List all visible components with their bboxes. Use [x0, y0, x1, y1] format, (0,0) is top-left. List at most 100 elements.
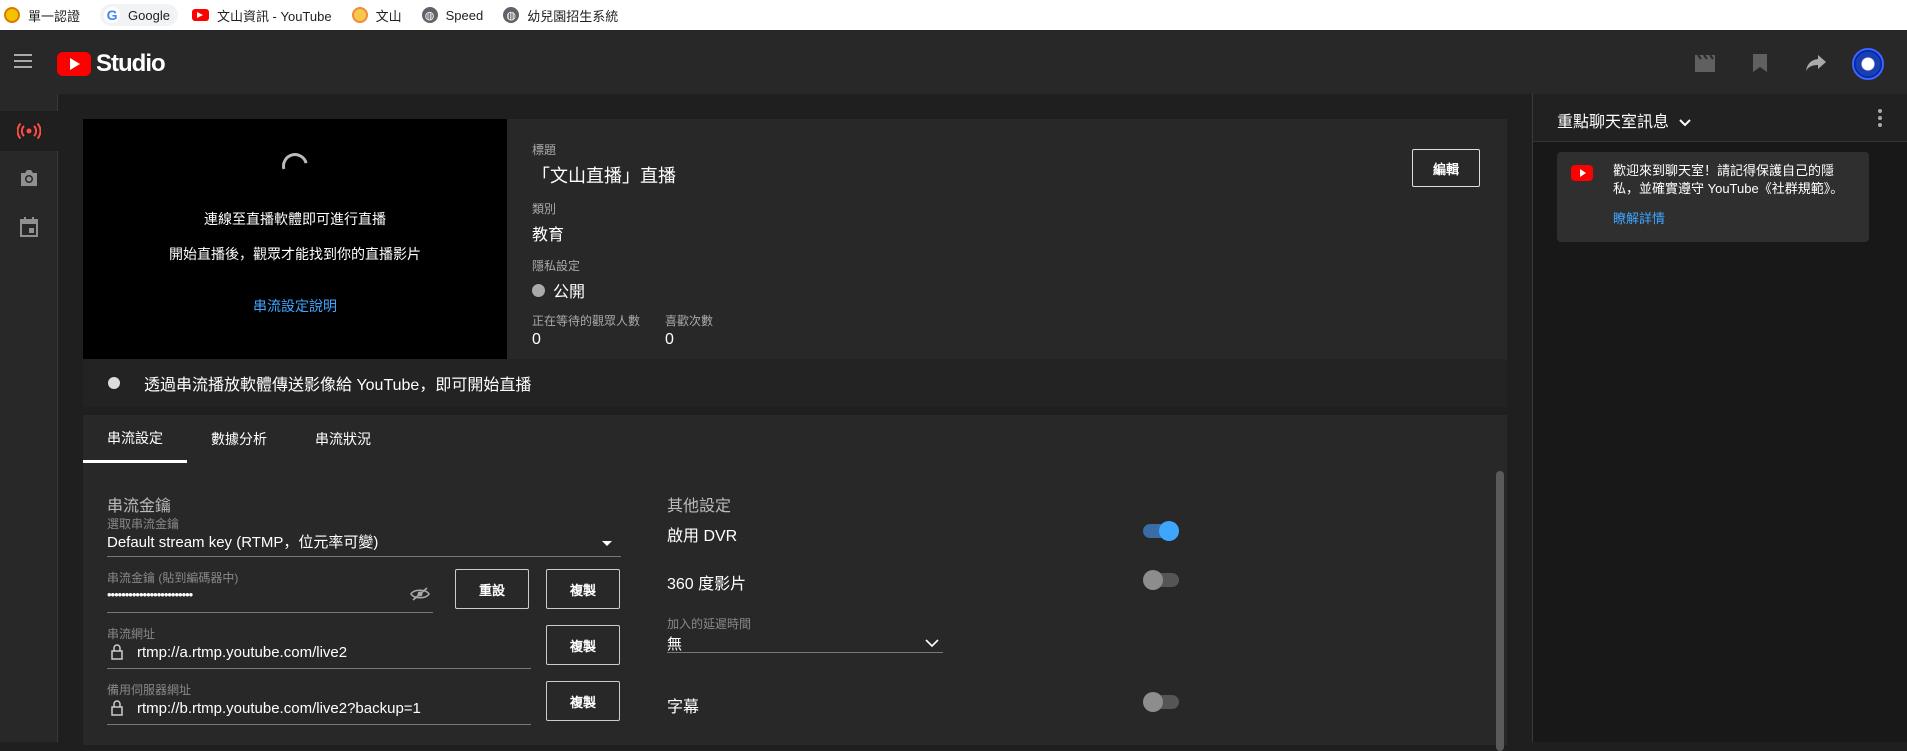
tab-analytics[interactable]: 數據分析 [187, 415, 291, 463]
studio-header: Studio [0, 30, 1907, 94]
youtube-icon [191, 9, 209, 21]
bookmarks-bar: 單一認證 G Google 文山資訊 - YouTube 文山 ◍ Speed … [0, 0, 1907, 30]
stream-url-field[interactable]: rtmp://a.rtmp.youtube.com/live2 [137, 644, 347, 661]
settings-tabs: 串流設定 數據分析 串流狀況 [83, 415, 395, 463]
captions-toggle[interactable] [1143, 692, 1179, 712]
waiting-viewers: 正在等待的觀眾人數 0 [532, 312, 665, 349]
stream-title: 「文山直播」直播 [532, 166, 676, 186]
likes: 喜歡次數 0 [665, 312, 713, 349]
nav-live-icon[interactable] [0, 111, 58, 151]
stream-details: 標題 「文山直播」直播 類別 教育 隱私設定 公開 正在等待的觀眾人數 0 喜歡… [532, 141, 713, 349]
copy-key-button[interactable]: 複製 [546, 569, 620, 609]
status-text: 透過串流播放軟體傳送影像給 YouTube，即可開始直播 [144, 377, 532, 394]
globe-icon [532, 283, 545, 297]
clapperboard-icon[interactable] [1694, 52, 1716, 74]
preview-message: 連線至直播軟體即可進行直播 [204, 211, 386, 227]
visibility-off-icon[interactable] [410, 587, 430, 606]
stream-key-label: 串流金鑰 (貼到編碼器中) [107, 571, 239, 585]
select-underline [107, 556, 621, 557]
google-icon: G [104, 7, 121, 23]
likes-label: 喜歡次數 [665, 314, 714, 328]
title-label: 標題 [532, 143, 557, 157]
key-underline [107, 612, 433, 613]
youtube-icon [1571, 165, 1593, 181]
youtube-logo-icon [57, 52, 91, 76]
privacy-value: 公開 [532, 278, 713, 302]
copy-backup-url-button[interactable]: 複製 [546, 681, 620, 721]
bookmark-label: Google [128, 7, 170, 23]
chat-mode-select[interactable]: 重點聊天室訊息 [1557, 108, 1692, 132]
globe-icon: ◍ [421, 7, 438, 23]
dvr-toggle[interactable] [1143, 521, 1179, 541]
nav-camera-icon[interactable] [0, 158, 58, 198]
vr360-toggle[interactable] [1143, 570, 1179, 590]
lock-icon [111, 700, 123, 721]
chat-title-text: 重點聊天室訊息 [1557, 114, 1670, 131]
stream-key-select[interactable]: Default stream key (RTMP，位元率可變) [107, 531, 378, 552]
stream-key-field[interactable]: •••••••••••••••••••••••• [107, 587, 193, 602]
vr360-label: 360 度影片 [667, 576, 747, 593]
stream-settings-card: 串流設定 數據分析 串流狀況 串流金鑰 選取串流金鑰 Default strea… [83, 415, 1507, 751]
waiting-count: 0 [532, 331, 541, 348]
dropdown-arrow-icon[interactable] [602, 541, 612, 546]
globe-icon: ◍ [503, 7, 520, 23]
bookmark-enrollment[interactable]: ◍ 幼兒園招生系統 [503, 0, 618, 30]
left-nav [0, 94, 58, 742]
backup-url-underline [107, 724, 531, 725]
nav-calendar-icon[interactable] [0, 207, 58, 247]
latency-underline [667, 652, 943, 653]
stream-category: 教育 [532, 227, 565, 244]
captions-label: 字幕 [667, 699, 700, 716]
lock-icon [111, 644, 123, 665]
edit-button[interactable]: 編輯 [1412, 149, 1480, 187]
bookmark-label: Speed [445, 7, 484, 23]
stream-key-section-title: 串流金鑰 [107, 498, 172, 515]
status-dot-icon [108, 377, 120, 389]
bookmark-speed[interactable]: ◍ Speed [421, 0, 484, 30]
bookmark-label: 單一認證 [28, 8, 81, 24]
stream-preview: 連線至直播軟體即可進行直播 開始直播後，觀眾才能找到你的直播影片 串流設定說明 [83, 119, 507, 359]
bookmark-label: 文山 [375, 8, 402, 24]
bookmark-wenshan[interactable]: 文山 [351, 0, 402, 30]
bookmark-icon[interactable] [1749, 52, 1771, 74]
bookmark-youtube[interactable]: 文山資訊 - YouTube [191, 0, 332, 30]
backup-url-field[interactable]: rtmp://b.rtmp.youtube.com/live2?backup=1 [137, 700, 421, 717]
bookmark-label: 文山資訊 - YouTube [216, 8, 332, 24]
other-settings-title: 其他設定 [667, 498, 732, 515]
dvr-label: 啟用 DVR [667, 528, 738, 545]
url-underline [107, 668, 531, 669]
stream-url-label: 串流網址 [107, 627, 156, 641]
stream-status-bar: 透過串流播放軟體傳送影像給 YouTube，即可開始直播 [83, 359, 1507, 407]
scrollbar[interactable] [1496, 471, 1504, 751]
face-icon [351, 7, 368, 23]
welcome-text: 歡迎來到聊天室！請記得保護自己的隱私，並確實遵守 YouTube《社群規範》。 [1613, 163, 1844, 196]
learn-more-link[interactable]: 瞭解詳情 [1613, 208, 1665, 227]
tab-stream-settings[interactable]: 串流設定 [83, 415, 187, 463]
chat-header: 重點聊天室訊息 [1533, 94, 1907, 142]
auth-icon [4, 7, 20, 23]
share-icon[interactable] [1805, 52, 1827, 74]
reset-key-button[interactable]: 重設 [455, 569, 529, 609]
bookmark-google[interactable]: G Google [100, 4, 178, 26]
studio-logo[interactable]: Studio [57, 50, 166, 78]
likes-count: 0 [665, 331, 674, 348]
latency-select[interactable]: 無 [667, 633, 682, 654]
chat-panel: 重點聊天室訊息 歡迎來到聊天室！請記得保護自己的隱私，並確實遵守 YouTube… [1532, 94, 1907, 742]
select-key-label: 選取串流金鑰 [107, 517, 180, 531]
loading-spinner-icon [277, 148, 313, 184]
preview-hint: 開始直播後，觀眾才能找到你的直播影片 [169, 246, 421, 262]
copy-url-button[interactable]: 複製 [546, 625, 620, 665]
stream-setup-help-link[interactable]: 串流設定說明 [83, 296, 507, 316]
menu-icon[interactable] [14, 54, 32, 68]
avatar[interactable] [1852, 48, 1884, 80]
more-vert-icon[interactable] [1877, 108, 1883, 128]
chevron-down-icon[interactable] [925, 635, 939, 653]
privacy-label: 隱私設定 [532, 259, 581, 273]
privacy-text: 公開 [553, 284, 586, 301]
tab-stream-health[interactable]: 串流狀況 [291, 415, 395, 463]
waiting-label: 正在等待的觀眾人數 [532, 314, 641, 328]
chat-welcome-message: 歡迎來到聊天室！請記得保護自己的隱私，並確實遵守 YouTube《社群規範》。 … [1557, 152, 1869, 242]
bookmark-auth[interactable]: 單一認證 [4, 0, 80, 30]
logo-text: Studio [96, 50, 166, 77]
stream-overview-card: 連線至直播軟體即可進行直播 開始直播後，觀眾才能找到你的直播影片 串流設定說明 … [83, 119, 1507, 359]
